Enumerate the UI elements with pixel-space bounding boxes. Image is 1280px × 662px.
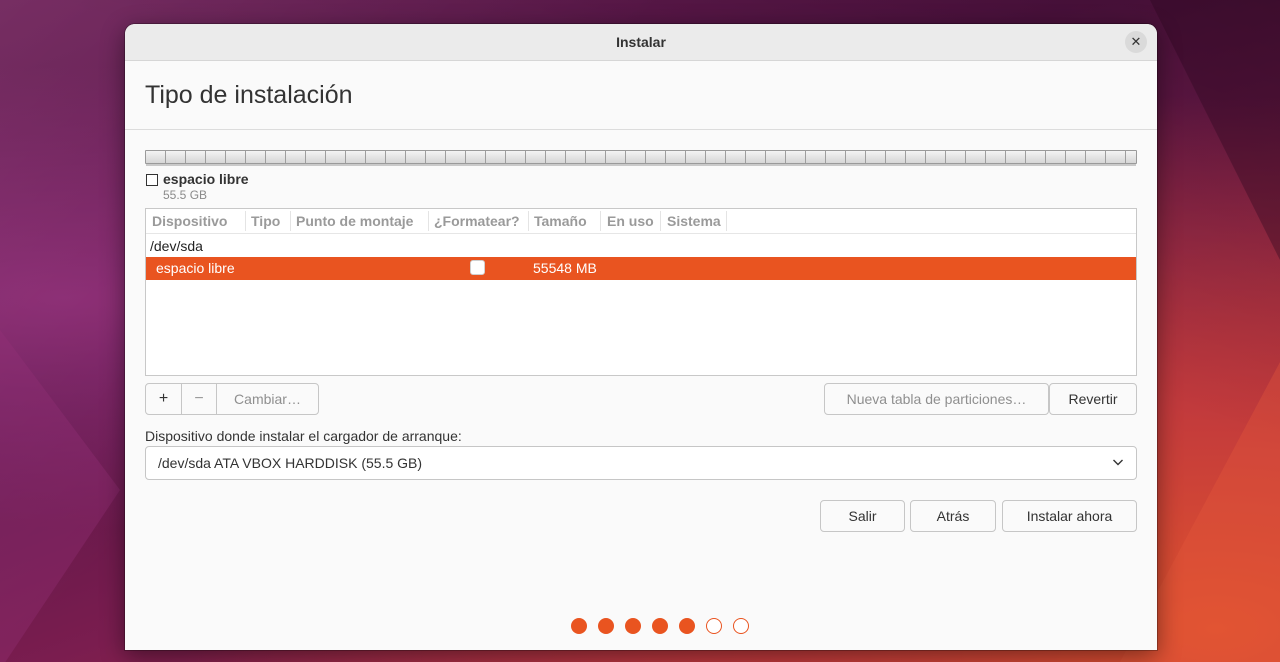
new-partition-table-button[interactable]: Nueva tabla de particiones… (824, 383, 1049, 415)
window-title: Instalar (616, 34, 666, 50)
partition-table-header: Dispositivo Tipo Punto de montaje ¿Forma… (146, 209, 1136, 234)
partition-edit-buttons: + − Cambiar… (145, 383, 319, 415)
progress-dot-complete (571, 618, 587, 634)
disk-usage-bar (145, 150, 1137, 166)
column-header-device[interactable]: Dispositivo (152, 213, 227, 229)
progress-dot-pending (706, 618, 722, 634)
column-separator (660, 211, 661, 231)
partition-table: Dispositivo Tipo Punto de montaje ¿Forma… (145, 208, 1137, 376)
back-button[interactable]: Atrás (910, 500, 996, 532)
column-separator (528, 211, 529, 231)
bootloader-label: Dispositivo donde instalar el cargador d… (145, 428, 462, 444)
progress-dots (571, 618, 749, 634)
column-header-used[interactable]: En uso (607, 213, 654, 229)
column-separator (428, 211, 429, 231)
close-button[interactable]: ✕ (1125, 31, 1147, 53)
free-space-legend-swatch (146, 174, 158, 186)
column-header-size[interactable]: Tamaño (534, 213, 587, 229)
wallpaper-facet (0, 330, 120, 662)
column-header-mount-point[interactable]: Punto de montaje (296, 213, 413, 229)
format-checkbox[interactable] (470, 260, 485, 275)
bootloader-selected-value: /dev/sda ATA VBOX HARDDISK (55.5 GB) (158, 455, 423, 471)
chevron-down-icon (1113, 459, 1123, 466)
table-row-device[interactable]: /dev/sda (150, 238, 203, 254)
change-partition-button[interactable]: Cambiar… (216, 384, 318, 414)
bootloader-device-select[interactable]: /dev/sda ATA VBOX HARDDISK (55.5 GB) (145, 446, 1137, 480)
progress-dot-complete (652, 618, 668, 634)
free-space-legend-size: 55.5 GB (163, 188, 208, 202)
installer-window: Instalar ✕ Tipo de instalación espacio l… (125, 24, 1157, 650)
progress-dot-complete (679, 618, 695, 634)
column-separator (726, 211, 727, 231)
column-header-format[interactable]: ¿Formatear? (434, 213, 520, 229)
quit-button[interactable]: Salir (820, 500, 905, 532)
row-size-cell: 55548 MB (533, 260, 597, 276)
column-separator (245, 211, 246, 231)
progress-dot-complete (625, 618, 641, 634)
column-separator (290, 211, 291, 231)
column-header-type[interactable]: Tipo (251, 213, 280, 229)
remove-partition-button[interactable]: − (181, 384, 216, 414)
row-device-cell: espacio libre (156, 260, 235, 276)
column-separator (600, 211, 601, 231)
titlebar: Instalar ✕ (125, 24, 1157, 61)
progress-dot-pending (733, 618, 749, 634)
progress-dot-complete (598, 618, 614, 634)
table-row-selected[interactable]: espacio libre 55548 MB (146, 257, 1136, 280)
column-header-system[interactable]: Sistema (667, 213, 721, 229)
revert-button[interactable]: Revertir (1049, 383, 1137, 415)
wallpaper-facet (1150, 0, 1280, 260)
close-icon: ✕ (1130, 34, 1142, 49)
add-partition-button[interactable]: + (146, 384, 181, 414)
page-title: Tipo de instalación (145, 81, 353, 109)
install-now-button[interactable]: Instalar ahora (1002, 500, 1137, 532)
free-space-legend-label: espacio libre (163, 171, 249, 187)
